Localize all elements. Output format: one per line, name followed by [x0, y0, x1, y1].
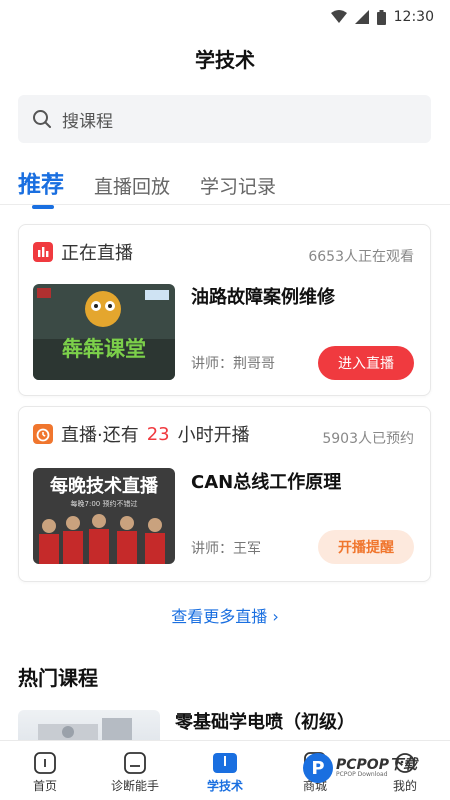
teacher-name: 王军 — [233, 541, 261, 557]
shop-icon — [304, 752, 326, 774]
live-status: 正在直播 — [61, 243, 133, 264]
live-thumbnail-image: 犇犇课堂 — [33, 284, 175, 380]
reservation-count: 5903人已预约 — [322, 431, 414, 447]
page-title: 学技术 — [195, 47, 255, 72]
nav-profile-label: 我的 — [392, 779, 417, 793]
search-icon — [33, 110, 51, 128]
nav-shop[interactable]: 商城 — [270, 741, 360, 800]
status-bar: 12:30 — [0, 0, 450, 34]
nav-home[interactable]: 首页 — [0, 741, 90, 800]
live-reminder-button[interactable]: 开播提醒 — [318, 530, 414, 564]
hot-courses-title: 热门课程 — [18, 666, 98, 690]
upcoming-hours: 23 — [146, 423, 170, 445]
live-course-title[interactable]: 油路故障案例维修 — [191, 283, 335, 309]
nav-diagnose[interactable]: 诊断能手 — [90, 741, 180, 800]
upcoming-status-prefix: 直播·还有 — [61, 425, 139, 446]
live-bars-icon — [33, 242, 53, 262]
search-placeholder: 搜课程 — [62, 111, 113, 132]
book-icon — [213, 753, 237, 773]
teacher-label: 讲师： — [191, 356, 233, 372]
upcoming-thumbnail-image: 每晚技术直播 每晚7:00 预约不错过 — [33, 468, 175, 564]
upcoming-card[interactable]: 直播·还有 23 小时开播 5903人已预约 每晚技术直播 每晚7:00 预约不… — [18, 406, 431, 582]
more-live-label: 查看更多直播 — [171, 607, 268, 626]
diagnose-icon — [124, 752, 146, 774]
upcoming-card-header: 直播·还有 23 小时开播 — [33, 421, 250, 447]
nav-profile[interactable]: 我的 — [360, 741, 450, 800]
upcoming-teacher: 讲师：王军 — [191, 538, 261, 558]
status-time: 12:30 — [393, 9, 434, 25]
tab-bar: 推荐 直播回放 学习记录 — [18, 165, 306, 209]
viewer-count: 6653人正在观看 — [308, 249, 414, 265]
thumb-brand-text: 犇犇课堂 — [62, 337, 146, 361]
teacher-name: 荆哥哥 — [233, 356, 275, 372]
live-thumbnail[interactable]: 犇犇课堂 — [33, 284, 175, 380]
nav-learn-label: 学技术 — [206, 779, 243, 793]
more-live-link[interactable]: 查看更多直播 › — [0, 603, 450, 627]
nav-diagnose-label: 诊断能手 — [110, 779, 159, 793]
upcoming-course-title[interactable]: CAN总线工作原理 — [191, 468, 341, 494]
thumb-title-text: 每晚技术直播 — [50, 475, 159, 497]
upcoming-thumbnail[interactable]: 每晚技术直播 每晚7:00 预约不错过 — [33, 468, 175, 564]
alarm-clock-icon — [33, 424, 53, 444]
search-input[interactable]: 搜课程 — [18, 95, 431, 143]
tab-recommend[interactable]: 推荐 — [18, 165, 64, 209]
profile-icon — [395, 753, 415, 773]
tabs-divider — [0, 204, 450, 205]
teacher-label: 讲师： — [191, 541, 233, 557]
bottom-nav: 首页 诊断能手 学技术 商城 我的 — [0, 740, 450, 800]
live-card[interactable]: 正在直播 6653人正在观看 犇犇课堂 油路故障案例维修 讲师：荆哥哥 进入直播 — [18, 224, 431, 396]
nav-shop-label: 商城 — [302, 779, 327, 793]
enter-live-button[interactable]: 进入直播 — [318, 346, 414, 380]
live-card-header: 正在直播 — [33, 239, 133, 265]
hot-course-item-title[interactable]: 零基础学电喷（初级） — [175, 708, 355, 734]
signal-icon — [354, 10, 369, 24]
nav-learn[interactable]: 学技术 — [180, 741, 270, 800]
nav-home-label: 首页 — [32, 779, 57, 793]
wifi-icon — [330, 10, 347, 23]
upcoming-status-suffix: 小时开播 — [177, 425, 250, 446]
chevron-right-icon: › — [272, 607, 279, 626]
home-icon — [34, 752, 56, 774]
thumb-sub-text: 每晚7:00 预约不错过 — [71, 499, 138, 508]
battery-icon — [376, 9, 386, 25]
live-teacher: 讲师：荆哥哥 — [191, 353, 275, 373]
